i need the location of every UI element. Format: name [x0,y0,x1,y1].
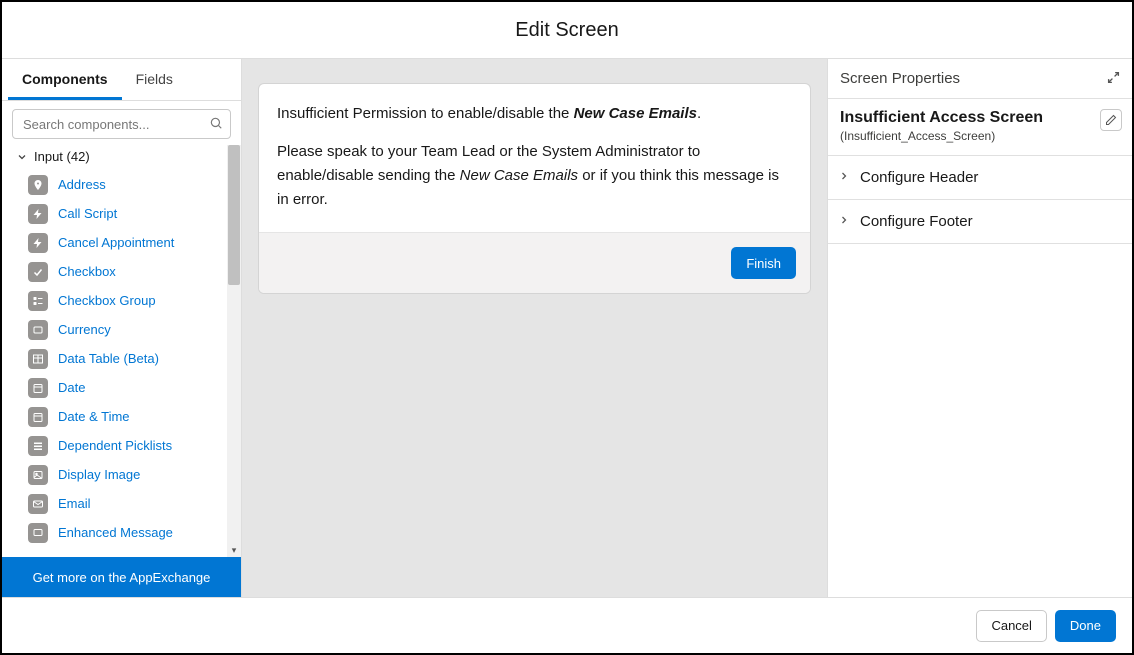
app-exchange-link[interactable]: Get more on the AppExchange [2,557,241,597]
list-icon [28,436,48,456]
edit-screen-modal: Edit Screen Components Fields [0,0,1134,655]
component-tabs: Components Fields [2,59,241,101]
screen-content: Insufficient Permission to enable/disabl… [259,84,810,232]
component-item-checkbox[interactable]: Checkbox [28,257,221,286]
item-label: Display Image [58,467,140,482]
bolt-icon [28,204,48,224]
rect-icon [28,320,48,340]
check-icon [28,262,48,282]
scrollbar[interactable]: ▾ [227,145,241,557]
component-item-call-script[interactable]: Call Script [28,199,221,228]
item-label: Cancel Appointment [58,235,174,250]
calendar-clock-icon [28,407,48,427]
search-input[interactable] [12,109,231,139]
screen-footer-bar: Finish [259,232,810,293]
chevron-down-icon [16,151,28,163]
component-item-address[interactable]: Address [28,170,221,199]
message-icon [28,523,48,543]
component-item-checkbox-group[interactable]: Checkbox Group [28,286,221,315]
modal-title: Edit Screen [515,19,618,42]
calendar-icon [28,378,48,398]
chevron-right-icon [838,214,850,229]
finish-button[interactable]: Finish [731,247,796,279]
table-icon [28,349,48,369]
message-line-1: Insufficient Permission to enable/disabl… [277,102,792,126]
message-line-2: Please speak to your Team Lead or the Sy… [277,140,792,212]
component-item-data-table[interactable]: Data Table (Beta) [28,344,221,373]
panel-title: Screen Properties [840,70,960,87]
component-item-cancel-appointment[interactable]: Cancel Appointment [28,228,221,257]
screen-api-name: (Insufficient_Access_Screen) [840,129,1120,143]
cancel-button[interactable]: Cancel [976,610,1046,642]
section-label: Configure Header [860,169,978,186]
section-configure-header[interactable]: Configure Header [828,156,1132,200]
screen-name-block: Insufficient Access Screen (Insufficient… [828,99,1132,156]
tab-components[interactable]: Components [8,59,122,100]
item-label: Currency [58,322,111,337]
component-item-enhanced-message[interactable]: Enhanced Message [28,518,221,547]
screen-canvas: Insufficient Permission to enable/disabl… [242,59,827,597]
modal-footer: Cancel Done [2,597,1132,653]
image-icon [28,465,48,485]
item-label: Dependent Picklists [58,438,172,453]
component-item-date[interactable]: Date [28,373,221,402]
modal-body: Components Fields Input (42) [2,59,1132,597]
screen-card[interactable]: Insufficient Permission to enable/disabl… [258,83,811,294]
item-label: Date [58,380,85,395]
section-label: Configure Footer [860,213,973,230]
modal-header: Edit Screen [2,2,1132,59]
component-item-dependent-picklists[interactable]: Dependent Picklists [28,431,221,460]
item-label: Checkbox Group [58,293,156,308]
search-icon [209,116,223,133]
done-button[interactable]: Done [1055,610,1116,642]
bolt-icon [28,233,48,253]
edit-name-button[interactable] [1100,109,1122,131]
scroll-arrow-down-icon[interactable]: ▾ [227,543,241,557]
component-list: Input (42) Address Call Script Cancel Ap… [2,145,241,557]
components-panel: Components Fields Input (42) [2,59,242,597]
item-label: Enhanced Message [58,525,173,540]
component-item-date-time[interactable]: Date & Time [28,402,221,431]
mail-icon [28,494,48,514]
tab-fields[interactable]: Fields [122,59,187,100]
item-label: Address [58,177,106,192]
pin-icon [28,175,48,195]
component-item-currency[interactable]: Currency [28,315,221,344]
scroll-thumb[interactable] [228,145,240,285]
checklist-icon [28,291,48,311]
component-item-email[interactable]: Email [28,489,221,518]
screen-label: Insufficient Access Screen [840,109,1120,127]
item-label: Checkbox [58,264,116,279]
group-label: Input (42) [34,149,90,164]
expand-icon[interactable] [1107,71,1120,87]
item-label: Call Script [58,206,117,221]
search-wrap [2,101,241,145]
group-input[interactable]: Input (42) [2,145,241,170]
item-label: Email [58,496,91,511]
chevron-right-icon [838,170,850,185]
item-label: Data Table (Beta) [58,351,159,366]
properties-panel: Screen Properties Insufficient Access Sc… [827,59,1132,597]
items-container: Address Call Script Cancel Appointment C… [2,170,241,547]
item-label: Date & Time [58,409,130,424]
section-configure-footer[interactable]: Configure Footer [828,200,1132,244]
component-item-display-image[interactable]: Display Image [28,460,221,489]
panel-header: Screen Properties [828,59,1132,99]
